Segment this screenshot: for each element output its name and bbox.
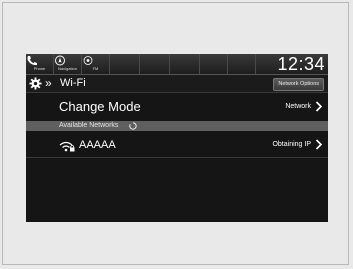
available-networks-label: Available Networks bbox=[59, 122, 119, 129]
page-header: » Wi-Fi Network Options bbox=[26, 75, 328, 93]
network-status: Obtaining IP bbox=[272, 141, 311, 148]
change-mode-label: Change Mode bbox=[59, 99, 141, 114]
topbar-slot bbox=[170, 54, 200, 74]
navigation-icon bbox=[55, 55, 65, 66]
status-bar: Phone Navigation FM 12:34 bbox=[26, 54, 328, 75]
phone-icon bbox=[27, 56, 37, 66]
loading-spinner-icon bbox=[129, 122, 137, 130]
topbar-slot bbox=[200, 54, 228, 74]
wifi-locked-icon bbox=[59, 141, 75, 152]
navigation-button[interactable]: Navigation bbox=[54, 54, 82, 74]
chevron-right-icon bbox=[315, 101, 323, 112]
fm-button[interactable]: FM bbox=[82, 54, 110, 74]
change-mode-value: Network bbox=[285, 103, 311, 110]
infotainment-screen: Phone Navigation FM 12:34 » Wi-Fi Networ… bbox=[26, 54, 328, 222]
available-networks-header: Available Networks bbox=[26, 121, 328, 131]
breadcrumb-arrows: » bbox=[45, 76, 52, 90]
radio-icon bbox=[83, 56, 93, 65]
phone-button[interactable]: Phone bbox=[26, 54, 54, 74]
fm-label: FM bbox=[92, 66, 99, 71]
topbar-slot bbox=[140, 54, 170, 74]
topbar-slot bbox=[110, 54, 140, 74]
gear-icon[interactable] bbox=[29, 77, 42, 90]
clock: 12:34 bbox=[277, 54, 325, 74]
network-row[interactable]: AAAAA Obtaining IP bbox=[26, 132, 328, 158]
chevron-right-icon bbox=[315, 139, 323, 150]
topbar-slot bbox=[228, 54, 256, 74]
network-name: AAAAA bbox=[79, 139, 116, 151]
page-title: Wi-Fi bbox=[60, 77, 86, 89]
network-options-button[interactable]: Network Options bbox=[273, 78, 324, 91]
phone-label: Phone bbox=[33, 66, 46, 71]
navigation-label: Navigation bbox=[58, 66, 77, 71]
change-mode-row[interactable]: Change Mode Network bbox=[26, 93, 328, 120]
